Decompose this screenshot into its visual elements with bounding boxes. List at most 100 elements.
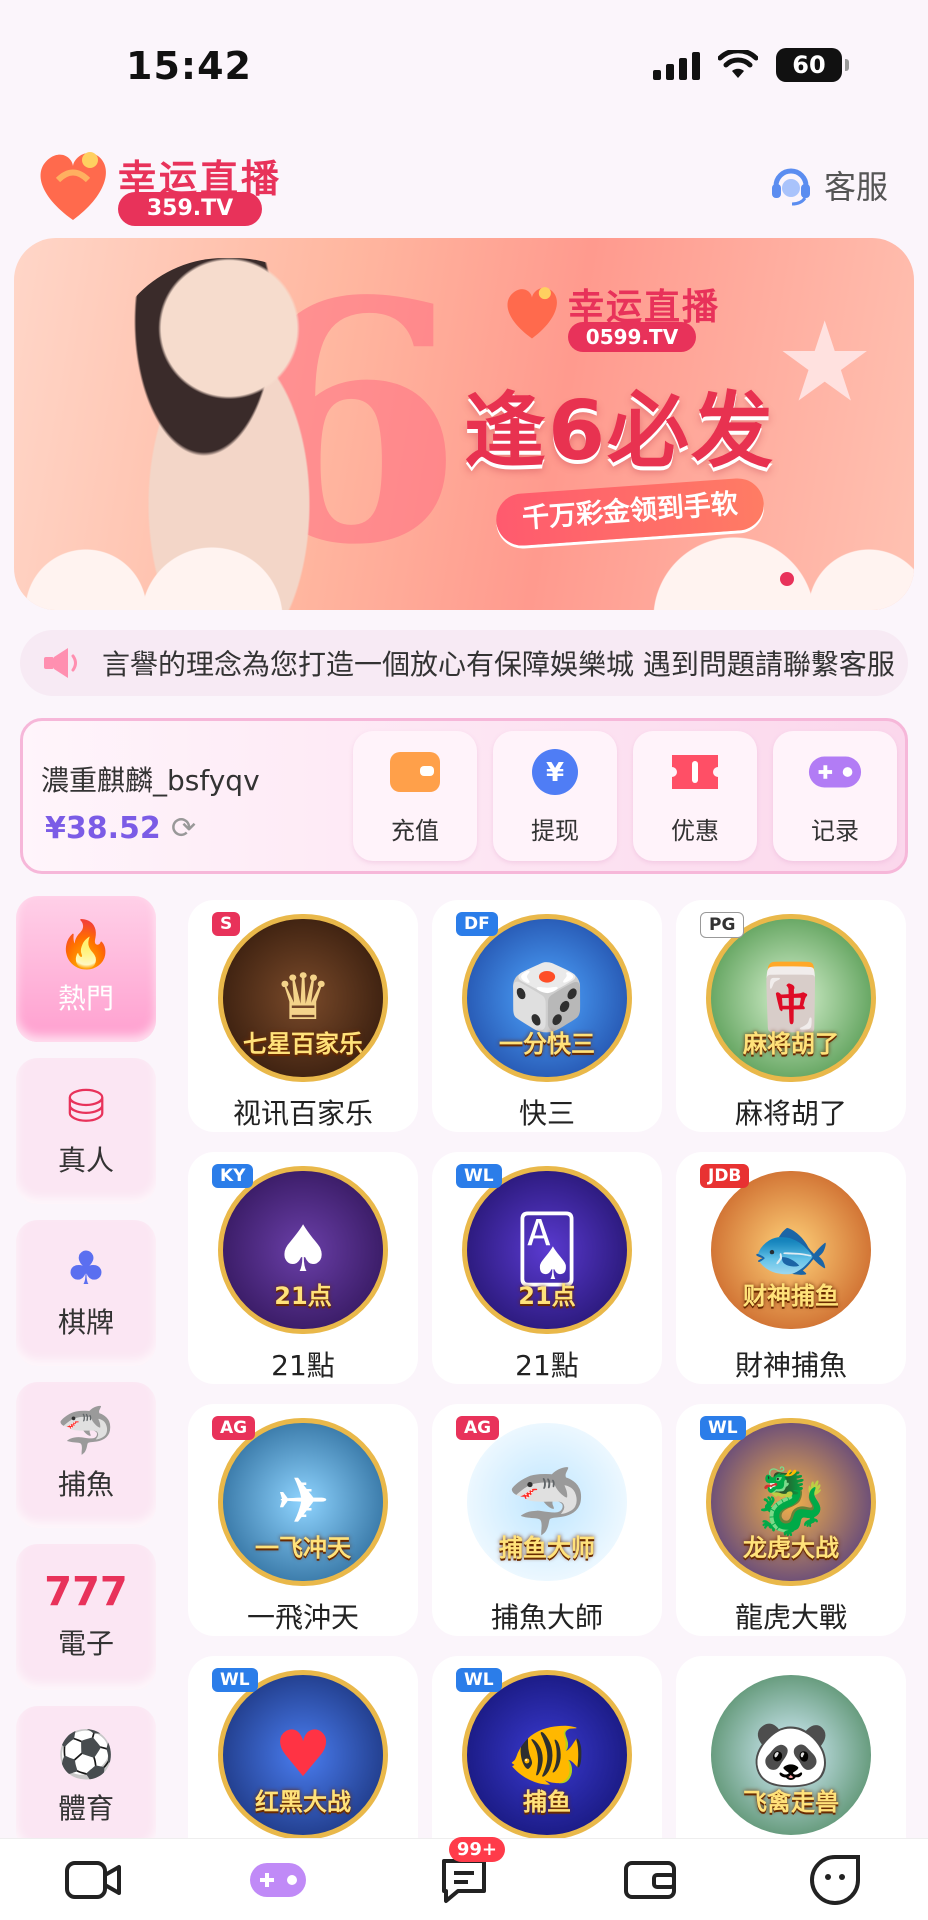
soccer-ball-icon: ⚽: [57, 1727, 115, 1781]
game-grid: S ♛ 七星百家乐 视讯百家乐 DF 🎲 一分快三 快三 PG 🀄 麻将胡了 麻…: [188, 900, 908, 1888]
star-decoration-icon: ★: [775, 298, 874, 426]
heart-cupid-logo-icon: [40, 152, 106, 220]
game-tile[interactable]: DF 🎲 一分快三 快三: [432, 900, 662, 1132]
status-time: 15:42: [126, 44, 252, 88]
game-art-icon: ♥: [274, 1718, 332, 1792]
category-hot[interactable]: 🔥 熱門: [16, 896, 156, 1042]
withdraw-button[interactable]: ¥ 提现: [493, 731, 617, 861]
refresh-balance-icon[interactable]: ⟳: [171, 811, 196, 846]
poker-chip-icon: ⛁: [66, 1079, 106, 1133]
status-bar: 15:42 60: [0, 0, 928, 120]
game-caption: 捕鱼: [523, 1788, 571, 1816]
game-thumbnail: 🀄 麻将胡了: [706, 914, 876, 1082]
balance-amount: ¥38.52: [45, 811, 161, 846]
account-actions: 充值 ¥ 提现 优惠 记录: [353, 731, 897, 861]
cellular-signal-icon: [653, 50, 700, 80]
promotions-button[interactable]: 优惠: [633, 731, 757, 861]
profile-face-icon: [810, 1854, 861, 1905]
game-tile[interactable]: AG 🦈 捕鱼大师 捕魚大師: [432, 1404, 662, 1636]
yuan-coin-icon: ¥: [527, 747, 583, 797]
game-art-icon: 🀄: [751, 961, 831, 1035]
provider-tag: WL: [456, 1668, 502, 1692]
game-thumbnail: 🐟 财神捕鱼: [706, 1166, 876, 1334]
provider-tag: PG: [700, 912, 745, 938]
game-caption: 21点: [518, 1282, 576, 1310]
nav-wallet[interactable]: [605, 1845, 695, 1915]
game-tile[interactable]: WL 🂡 21点 21點: [432, 1152, 662, 1384]
battery-icon: 60: [776, 48, 849, 82]
nav-games[interactable]: [233, 1845, 323, 1915]
nav-live[interactable]: [48, 1845, 138, 1915]
withdraw-label: 提现: [531, 816, 579, 845]
category-label: 捕魚: [57, 1468, 114, 1501]
category-label: 電子: [57, 1627, 114, 1660]
provider-tag: WL: [212, 1668, 258, 1692]
game-tile[interactable]: S ♛ 七星百家乐 视讯百家乐: [188, 900, 418, 1132]
game-thumbnail: 🐼 飞禽走兽: [706, 1670, 876, 1840]
nav-messages[interactable]: 99+: [419, 1836, 509, 1915]
game-art-icon: 🦈: [507, 1465, 587, 1539]
flame-icon: 🔥: [57, 917, 115, 971]
game-tile[interactable]: AG ✈ 一飞冲天 一飛沖天: [188, 1404, 418, 1636]
game-tile[interactable]: WL 🐉 龙虎大战 龍虎大戰: [676, 1404, 906, 1636]
game-caption: 一飞冲天: [255, 1534, 351, 1562]
game-caption: 七星百家乐: [243, 1030, 363, 1058]
game-art-icon: 🐼: [751, 1718, 831, 1792]
game-thumbnail: 🐉 龙虎大战: [706, 1418, 876, 1586]
customer-service-button[interactable]: 客服: [768, 162, 888, 208]
game-art-icon: ✈: [276, 1465, 330, 1539]
category-label: 熱門: [57, 982, 114, 1015]
records-button[interactable]: 记录: [773, 731, 897, 861]
category-sidebar: 🔥 熱門 ⛁ 真人 ♣ 棋牌 🦈 捕魚 777 電子 ⚽ 體育: [16, 896, 158, 1868]
game-tile[interactable]: KY ♠ 21点 21點: [188, 1152, 418, 1384]
recharge-button[interactable]: 充值: [353, 731, 477, 861]
svg-text:¥: ¥: [546, 758, 564, 788]
provider-tag: S: [212, 912, 241, 936]
game-thumbnail: 🎲 一分快三: [462, 914, 632, 1082]
game-caption: 龙虎大战: [743, 1534, 839, 1562]
game-thumbnail: ✈ 一飞冲天: [218, 1418, 388, 1586]
promo-banner[interactable]: 6 幸运直播 0599.TV 逢6必发 千万彩金领到手软 ★: [14, 238, 914, 610]
nav-profile[interactable]: [790, 1845, 880, 1915]
category-cards[interactable]: ♣ 棋牌: [16, 1220, 156, 1366]
game-thumbnail: 🐠 捕鱼: [462, 1670, 632, 1840]
game-name: 快三: [518, 1097, 575, 1130]
provider-tag: WL: [700, 1416, 746, 1440]
category-slots[interactable]: 777 電子: [16, 1544, 156, 1690]
promotions-label: 优惠: [671, 816, 719, 845]
category-sports[interactable]: ⚽ 體育: [16, 1706, 156, 1852]
game-name: 財神捕魚: [734, 1349, 847, 1382]
wallet-icon: [387, 747, 443, 797]
provider-tag: WL: [456, 1164, 502, 1188]
playing-cards-icon: ♣: [65, 1241, 107, 1295]
game-caption: 飞禽走兽: [743, 1788, 839, 1816]
game-name: 21點: [271, 1349, 335, 1382]
category-label: 體育: [57, 1792, 114, 1825]
account-card: 濃重麒麟_bsfyqv ¥38.52 ⟳ 充值 ¥ 提现 优惠 记录: [20, 718, 908, 874]
category-live[interactable]: ⛁ 真人: [16, 1058, 156, 1204]
game-thumbnail: ♛ 七星百家乐: [218, 914, 388, 1082]
game-caption: 捕鱼大师: [499, 1534, 595, 1562]
category-label: 棋牌: [57, 1306, 114, 1339]
game-caption: 财神捕鱼: [743, 1282, 839, 1310]
game-caption: 21点: [274, 1282, 332, 1310]
banner-page-indicator[interactable]: [780, 572, 794, 586]
provider-tag: KY: [212, 1164, 254, 1188]
game-caption: 麻将胡了: [743, 1030, 839, 1058]
banner-clouds-decoration: [14, 530, 914, 610]
game-name: 麻将胡了: [734, 1097, 847, 1130]
announcement-marquee[interactable]: 言譽的理念為您打造一個放心有保障娛樂城 遇到問題請聯繫客服: [20, 630, 908, 696]
game-tile[interactable]: PG 🀄 麻将胡了 麻将胡了: [676, 900, 906, 1132]
game-art-icon: 🂡: [514, 1213, 580, 1287]
bottom-navigation: 99+: [0, 1836, 928, 1920]
game-art-icon: 🐠: [507, 1718, 587, 1792]
ticket-icon: [667, 747, 723, 797]
game-name: 一飛沖天: [246, 1601, 359, 1634]
game-thumbnail: ♠ 21点: [218, 1166, 388, 1334]
game-tile[interactable]: JDB 🐟 财神捕鱼 財神捕魚: [676, 1152, 906, 1384]
game-thumbnail: 🦈 捕鱼大师: [462, 1418, 632, 1586]
category-fishing[interactable]: 🦈 捕魚: [16, 1382, 156, 1528]
shark-icon: 🦈: [57, 1403, 115, 1457]
announcement-text: 言譽的理念為您打造一個放心有保障娛樂城 遇到問題請聯繫客服: [102, 648, 895, 681]
provider-tag: DF: [456, 912, 498, 936]
